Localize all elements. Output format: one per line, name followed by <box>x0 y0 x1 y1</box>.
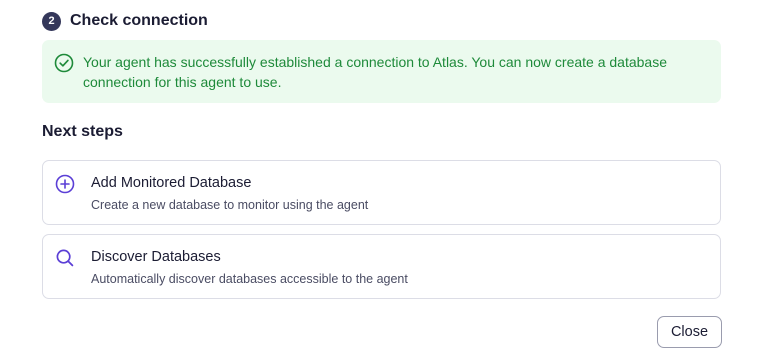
discover-databases-title: Discover Databases <box>91 249 221 265</box>
step-header: 2 Check connection <box>42 10 208 32</box>
add-monitored-database-card[interactable]: Add Monitored Database Create a new data… <box>42 160 721 225</box>
step-number-badge: 2 <box>42 11 61 31</box>
plus-circle-icon <box>55 174 75 194</box>
discover-databases-description: Automatically discover databases accessi… <box>91 272 408 286</box>
add-monitored-database-title: Add Monitored Database <box>91 175 252 191</box>
step-title: Check connection <box>70 12 208 29</box>
next-steps-title: Next steps <box>42 123 123 140</box>
check-circle-icon <box>54 53 74 73</box>
close-button[interactable]: Close <box>657 316 722 348</box>
success-message: Your agent has successfully established … <box>83 54 667 90</box>
discover-databases-card[interactable]: Discover Databases Automatically discove… <box>42 234 721 299</box>
add-monitored-database-description: Create a new database to monitor using t… <box>91 198 369 212</box>
success-alert: Your agent has successfully established … <box>42 40 721 103</box>
search-icon <box>56 249 74 267</box>
